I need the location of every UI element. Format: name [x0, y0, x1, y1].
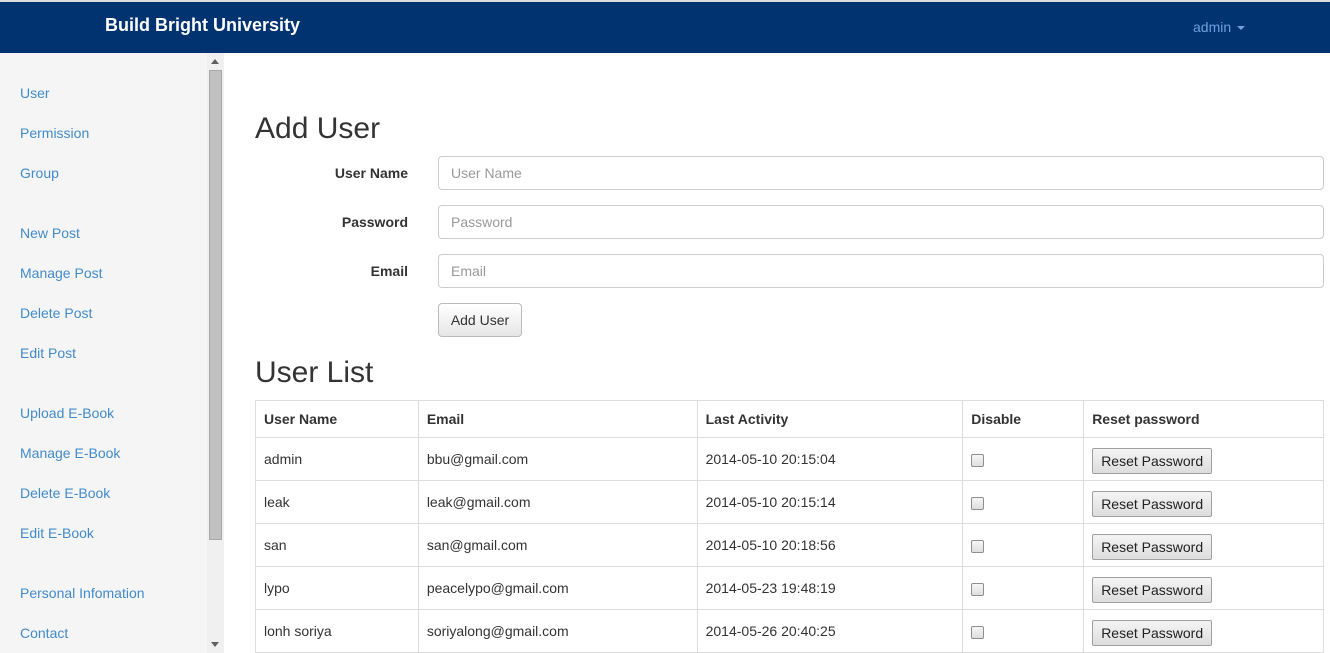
user-list-heading: User List [255, 356, 374, 389]
reset-password-button[interactable]: Reset Password [1092, 620, 1213, 646]
cell-username: leak [255, 480, 419, 524]
cell-email: san@gmail.com [417, 523, 698, 567]
cell-disable [962, 523, 1085, 567]
disable-checkbox[interactable] [971, 453, 985, 467]
table-row: san san@gmail.com 2014-05-10 20:18:56 Reset… [255, 523, 1324, 567]
cell-username: san [255, 523, 419, 567]
cell-reset-password: Reset Password [1083, 480, 1324, 524]
scroll-down-arrow-icon[interactable] [211, 642, 219, 647]
reset-password-button[interactable]: Reset Password [1092, 534, 1213, 560]
sidebar-item-contact[interactable]: Contact [20, 625, 68, 641]
cell-email: bbu@gmail.com [417, 437, 698, 481]
add-user-button[interactable]: Add User [438, 303, 522, 337]
cell-email: peacelypo@gmail.com [417, 566, 698, 610]
top-navbar: Build Bright University admin [0, 0, 1330, 53]
sidebar-item-upload-e-book[interactable]: Upload E-Book [20, 405, 114, 421]
table-row: lonh soriya soriyalong@gmail.com 2014-05-2… [255, 609, 1324, 653]
column-header-email: Email [417, 400, 698, 438]
column-header-last-activity: Last Activity [696, 400, 964, 438]
cell-last-activity: 2014-05-23 19:48:19 [696, 566, 964, 610]
email-label: Email [370, 263, 408, 279]
sidebar-scrollbar[interactable] [207, 53, 224, 653]
cell-username: lonh soriya [255, 609, 419, 653]
column-header-reset-password: Reset password [1083, 400, 1324, 438]
username-label: User Name [334, 165, 408, 181]
cell-disable [962, 437, 1085, 481]
password-input[interactable] [438, 205, 1324, 239]
cell-reset-password: Reset Password [1083, 609, 1324, 653]
sidebar-item-edit-post[interactable]: Edit Post [20, 345, 76, 361]
cell-reset-password: Reset Password [1083, 566, 1324, 610]
cell-username: admin [255, 437, 419, 481]
table-row: admin bbu@gmail.com 2014-05-10 20:15:04 Res… [255, 437, 1324, 481]
reset-password-button[interactable]: Reset Password [1092, 491, 1213, 517]
user-list-table: User Name Email Last Activity Disable Re… [255, 400, 1324, 653]
cell-reset-password: Reset Password [1083, 437, 1324, 481]
table-header-row: User Name Email Last Activity Disable Re… [255, 400, 1324, 438]
sidebar-nav: User Permission Group New Post Manage Post De… [0, 53, 207, 653]
cell-last-activity: 2014-05-26 20:40:25 [696, 609, 964, 653]
cell-username: lypo [255, 566, 419, 610]
sidebar-item-user[interactable]: User [20, 85, 50, 101]
disable-checkbox[interactable] [971, 496, 985, 510]
cell-disable [962, 609, 1085, 653]
sidebar-item-personal-infomation[interactable]: Personal Infomation [20, 585, 145, 601]
scroll-up-arrow-icon[interactable] [211, 59, 219, 64]
cell-last-activity: 2014-05-10 20:15:04 [696, 437, 964, 481]
add-user-heading: Add User [255, 112, 381, 145]
sidebar-item-manage-e-book[interactable]: Manage E-Book [20, 445, 120, 461]
table-row: lypo peacelypo@gmail.com 2014-05-23 19:48:… [255, 566, 1324, 610]
user-menu-dropdown[interactable]: admin [1193, 19, 1246, 35]
cell-email: leak@gmail.com [417, 480, 698, 524]
cell-disable [962, 566, 1085, 610]
brand-title[interactable]: Build Bright University [105, 15, 300, 36]
sidebar-item-delete-post[interactable]: Delete Post [20, 305, 92, 321]
disable-checkbox[interactable] [971, 582, 985, 596]
cell-reset-password: Reset Password [1083, 523, 1324, 567]
sidebar-item-delete-e-book[interactable]: Delete E-Book [20, 485, 110, 501]
disable-checkbox[interactable] [971, 539, 985, 553]
username-input[interactable] [438, 156, 1324, 190]
reset-password-button[interactable]: Reset Password [1092, 448, 1213, 474]
table-row: leak leak@gmail.com 2014-05-10 20:15:14 Res… [255, 480, 1324, 524]
reset-password-button[interactable]: Reset Password [1092, 577, 1213, 603]
caret-down-icon [1237, 26, 1246, 30]
column-header-username: User Name [255, 400, 419, 438]
column-header-disable: Disable [962, 400, 1085, 438]
password-label: Password [341, 214, 408, 230]
scrollbar-thumb[interactable] [209, 70, 222, 540]
cell-last-activity: 2014-05-10 20:15:14 [696, 480, 964, 524]
sidebar-item-edit-e-book[interactable]: Edit E-Book [20, 525, 94, 541]
cell-disable [962, 480, 1085, 524]
email-input[interactable] [438, 254, 1324, 288]
cell-last-activity: 2014-05-10 20:18:56 [696, 523, 964, 567]
cell-email: soriyalong@gmail.com [417, 609, 698, 653]
disable-checkbox[interactable] [971, 625, 985, 639]
sidebar-item-permission[interactable]: Permission [20, 125, 89, 141]
user-menu-label: admin [1193, 19, 1232, 35]
